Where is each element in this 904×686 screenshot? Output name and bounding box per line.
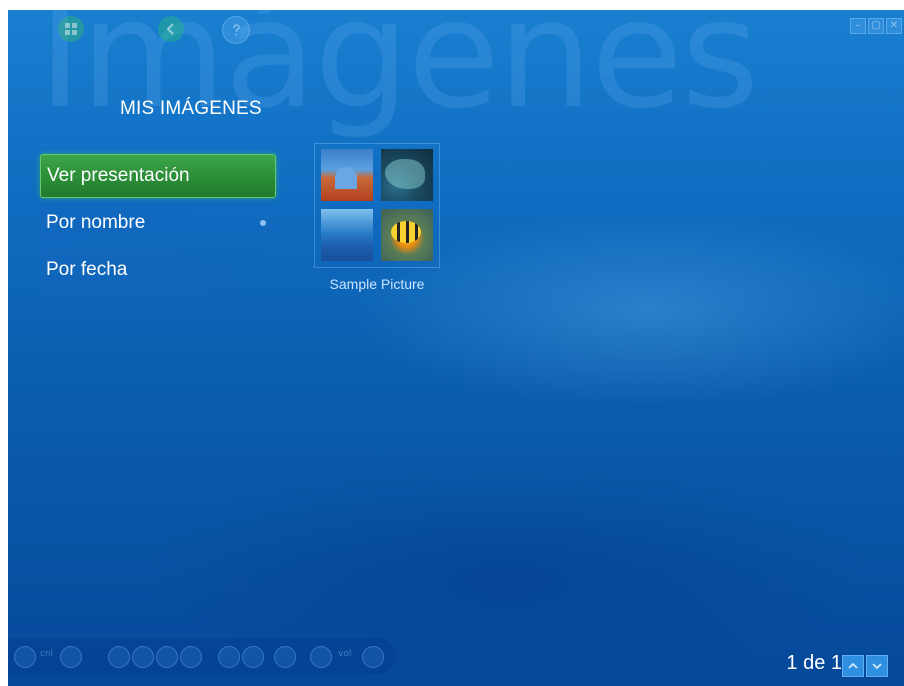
channel-down-button[interactable] [14, 646, 36, 668]
page-indicator: 1 de 1 [786, 652, 842, 674]
play-pause-button[interactable] [180, 646, 202, 668]
menu-item-label: Por fecha [46, 259, 128, 280]
channel-label: cnl [40, 649, 54, 659]
view-menu: Ver presentación Por nombre Por fecha [40, 154, 276, 295]
volume-up-button[interactable] [362, 646, 384, 668]
menu-item-slideshow[interactable]: Ver presentación [40, 154, 276, 198]
stop-button[interactable] [132, 646, 154, 668]
window-controls: – ▢ ✕ [850, 18, 902, 34]
media-center-screen: Imágenes – ▢ ✕ MIS IMÁGENES Ver presenta… [8, 10, 904, 686]
windows-home-icon[interactable] [58, 16, 84, 42]
page-up-button[interactable] [842, 655, 864, 677]
volume-label: vol [338, 649, 352, 659]
record-button[interactable] [108, 646, 130, 668]
help-icon[interactable] [222, 16, 250, 44]
arch-rock-thumbnail [321, 149, 373, 201]
chevron-down-icon [872, 663, 882, 670]
top-bar: – ▢ ✕ [8, 10, 904, 48]
menu-item-label: Por nombre [46, 212, 146, 233]
skip-button[interactable] [274, 646, 296, 668]
menu-item-label: Ver presentación [47, 165, 190, 186]
mountains-thumbnail [321, 209, 373, 261]
rewind-button[interactable] [218, 646, 240, 668]
replay-button[interactable] [156, 646, 178, 668]
wave-thumbnail [381, 149, 433, 201]
transport-controls: cnl vol [8, 638, 396, 674]
page-title: MIS IMÁGENES [120, 98, 262, 119]
folder-thumbnail[interactable] [314, 143, 440, 268]
tropical-fish-thumbnail [381, 209, 433, 261]
menu-item-by-name[interactable]: Por nombre [40, 201, 276, 245]
close-button[interactable]: ✕ [886, 18, 902, 34]
restore-button[interactable]: ▢ [868, 18, 884, 34]
menu-item-by-date[interactable]: Por fecha [40, 248, 276, 292]
fast-forward-button[interactable] [242, 646, 264, 668]
channel-up-button[interactable] [60, 646, 82, 668]
sort-indicator-icon [260, 220, 266, 226]
minimize-button[interactable]: – [850, 18, 866, 34]
chevron-up-icon [848, 662, 858, 669]
page-down-button[interactable] [866, 655, 888, 677]
back-icon[interactable] [158, 16, 184, 42]
folder-label[interactable]: Sample Picture [314, 276, 440, 292]
mute-button[interactable] [310, 646, 332, 668]
